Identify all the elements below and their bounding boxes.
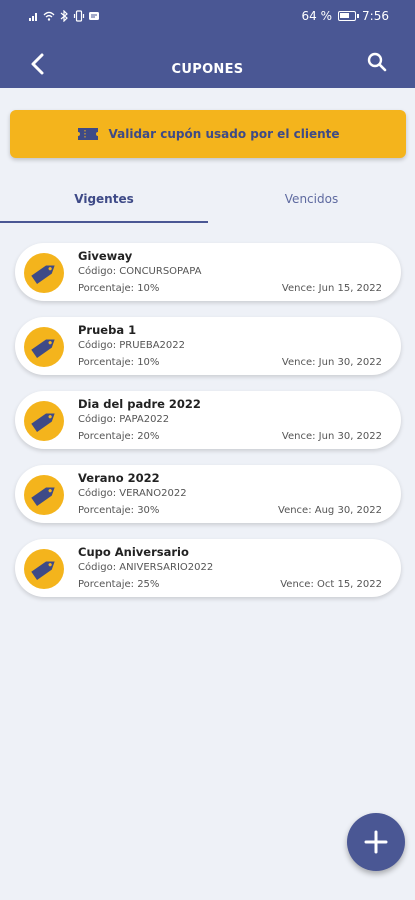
coupon-name: Verano 2022 <box>78 471 160 485</box>
coupon-code: Código: PAPA2022 <box>78 414 170 425</box>
battery-icon <box>338 11 360 21</box>
plus-icon <box>364 830 388 854</box>
tab-vencidos[interactable]: Vencidos <box>208 185 415 223</box>
status-bar: 64 % 7:56 <box>0 0 415 36</box>
coupon-badge <box>24 475 64 515</box>
coupon-card[interactable]: Prueba 1 Código: PRUEBA2022 Porcentaje: … <box>15 317 401 375</box>
coupon-percent: Porcentaje: 20% <box>78 431 160 442</box>
app-bar: 64 % 7:56 CUPONES <box>0 0 415 88</box>
coupon-code: Código: ANIVERSARIO2022 <box>78 562 214 573</box>
coupon-badge <box>24 253 64 293</box>
coupon-expiry: Vence: Jun 30, 2022 <box>281 357 382 368</box>
ticket-icon <box>77 128 98 140</box>
tab-vigentes[interactable]: Vigentes <box>0 185 208 223</box>
notification-icon <box>89 12 99 20</box>
price-tag-icon <box>31 339 55 358</box>
validate-coupon-label: Validar cupón usado por el cliente <box>108 127 340 141</box>
status-icons <box>28 10 100 22</box>
page-title: CUPONES <box>171 62 244 77</box>
coupon-tabs: Vigentes Vencidos <box>0 185 415 225</box>
coupon-card[interactable]: Verano 2022 Código: VERANO2022 Porcentaj… <box>15 465 401 523</box>
coupon-name: Cupo Aniversario <box>78 545 189 559</box>
coupon-badge <box>24 401 64 441</box>
coupon-badge <box>24 549 64 589</box>
signal-icon <box>29 13 37 21</box>
validate-coupon-button[interactable]: Validar cupón usado por el cliente <box>10 110 406 158</box>
coupon-expiry: Vence: Oct 15, 2022 <box>280 579 382 590</box>
coupon-card[interactable]: Cupo Aniversario Código: ANIVERSARIO2022… <box>15 539 401 597</box>
coupon-card[interactable]: Giveway Código: CONCURSOPAPA Porcentaje:… <box>15 243 401 301</box>
coupon-percent: Porcentaje: 30% <box>78 505 160 516</box>
battery-percent: 64 % <box>301 9 333 23</box>
price-tag-icon <box>31 265 55 284</box>
price-tag-icon <box>31 561 55 580</box>
coupon-name: Giveway <box>78 249 133 263</box>
bluetooth-icon <box>60 10 68 22</box>
coupon-code: Código: VERANO2022 <box>78 488 187 499</box>
coupon-card[interactable]: Dia del padre 2022 Código: PAPA2022 Porc… <box>15 391 401 449</box>
coupon-expiry: Vence: Aug 30, 2022 <box>278 505 382 516</box>
add-coupon-button[interactable] <box>347 813 405 871</box>
coupon-percent: Porcentaje: 25% <box>78 579 160 590</box>
coupon-expiry: Vence: Jun 30, 2022 <box>281 431 382 442</box>
coupon-name: Dia del padre 2022 <box>78 397 201 411</box>
vibrate-icon <box>73 10 85 22</box>
status-right: 64 % 7:56 <box>302 9 389 23</box>
wifi-icon <box>43 11 55 21</box>
search-icon[interactable] <box>365 50 389 74</box>
coupon-name: Prueba 1 <box>78 323 137 337</box>
price-tag-icon <box>31 487 55 506</box>
status-time: 7:56 <box>362 9 389 23</box>
coupon-code: Código: PRUEBA2022 <box>78 340 186 351</box>
coupon-percent: Porcentaje: 10% <box>78 283 160 294</box>
price-tag-icon <box>31 413 55 432</box>
coupon-expiry: Vence: Jun 15, 2022 <box>281 283 382 294</box>
coupon-badge <box>24 327 64 367</box>
coupon-code: Código: CONCURSOPAPA <box>78 266 202 277</box>
coupon-percent: Porcentaje: 10% <box>78 357 160 368</box>
